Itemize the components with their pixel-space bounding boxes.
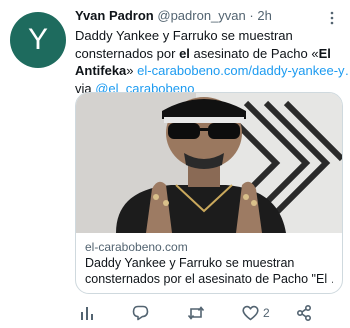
analytics-button[interactable] (79, 302, 95, 324)
share-icon (296, 305, 311, 321)
like-button[interactable]: 2 (242, 302, 270, 324)
author-name[interactable]: Yvan Padron (75, 8, 154, 23)
article-link[interactable]: el-carabobeno.com/daddy-yankee-y… (137, 63, 350, 78)
share-button[interactable] (296, 302, 312, 324)
author-avatar[interactable]: Y (10, 12, 66, 68)
tweet-text-bold: Antifeka (75, 63, 127, 78)
retweet-icon (187, 306, 205, 320)
tweet-time[interactable]: 2h (257, 8, 271, 23)
more-options-button[interactable] (324, 10, 340, 26)
more-icon (330, 11, 334, 25)
tweet-header: Yvan Padron @padron_yvan · 2h (75, 8, 272, 23)
card-title-line-1: Daddy Yankee y Farruko se muestran (85, 256, 295, 270)
analytics-icon (81, 307, 93, 320)
reply-icon (132, 305, 149, 321)
card-photo (76, 93, 342, 233)
card-domain: el-carabobeno.com (85, 240, 188, 254)
like-icon (242, 305, 259, 321)
tweet-text-bold: El (318, 45, 331, 61)
retweet-button[interactable] (187, 302, 205, 324)
header-separator: · (249, 8, 254, 23)
author-handle[interactable]: @padron_yvan (157, 8, 245, 23)
card-title-line-2: consternados por el asesinato de Pacho "… (85, 272, 333, 286)
card-body: el-carabobeno.com Daddy Yankee y Farruko… (76, 233, 342, 293)
like-count: 2 (263, 306, 270, 320)
tweet-text-part: consternados por (75, 45, 180, 61)
link-preview-card[interactable]: el-carabobeno.com Daddy Yankee y Farruko… (75, 92, 343, 294)
tweet-text-line-1: Daddy Yankee y Farruko se muestran (75, 28, 293, 43)
tweet-text-part: » (126, 63, 138, 78)
reply-button[interactable] (132, 302, 149, 324)
tweet-text-bold: el (179, 45, 190, 61)
tweet-text-part: asesinato de Pacho « (189, 45, 319, 61)
tweet-text: Daddy Yankee y Farruko se muestran const… (75, 27, 350, 97)
tweet-actions: 2 (75, 302, 341, 324)
card-image[interactable] (76, 93, 342, 233)
